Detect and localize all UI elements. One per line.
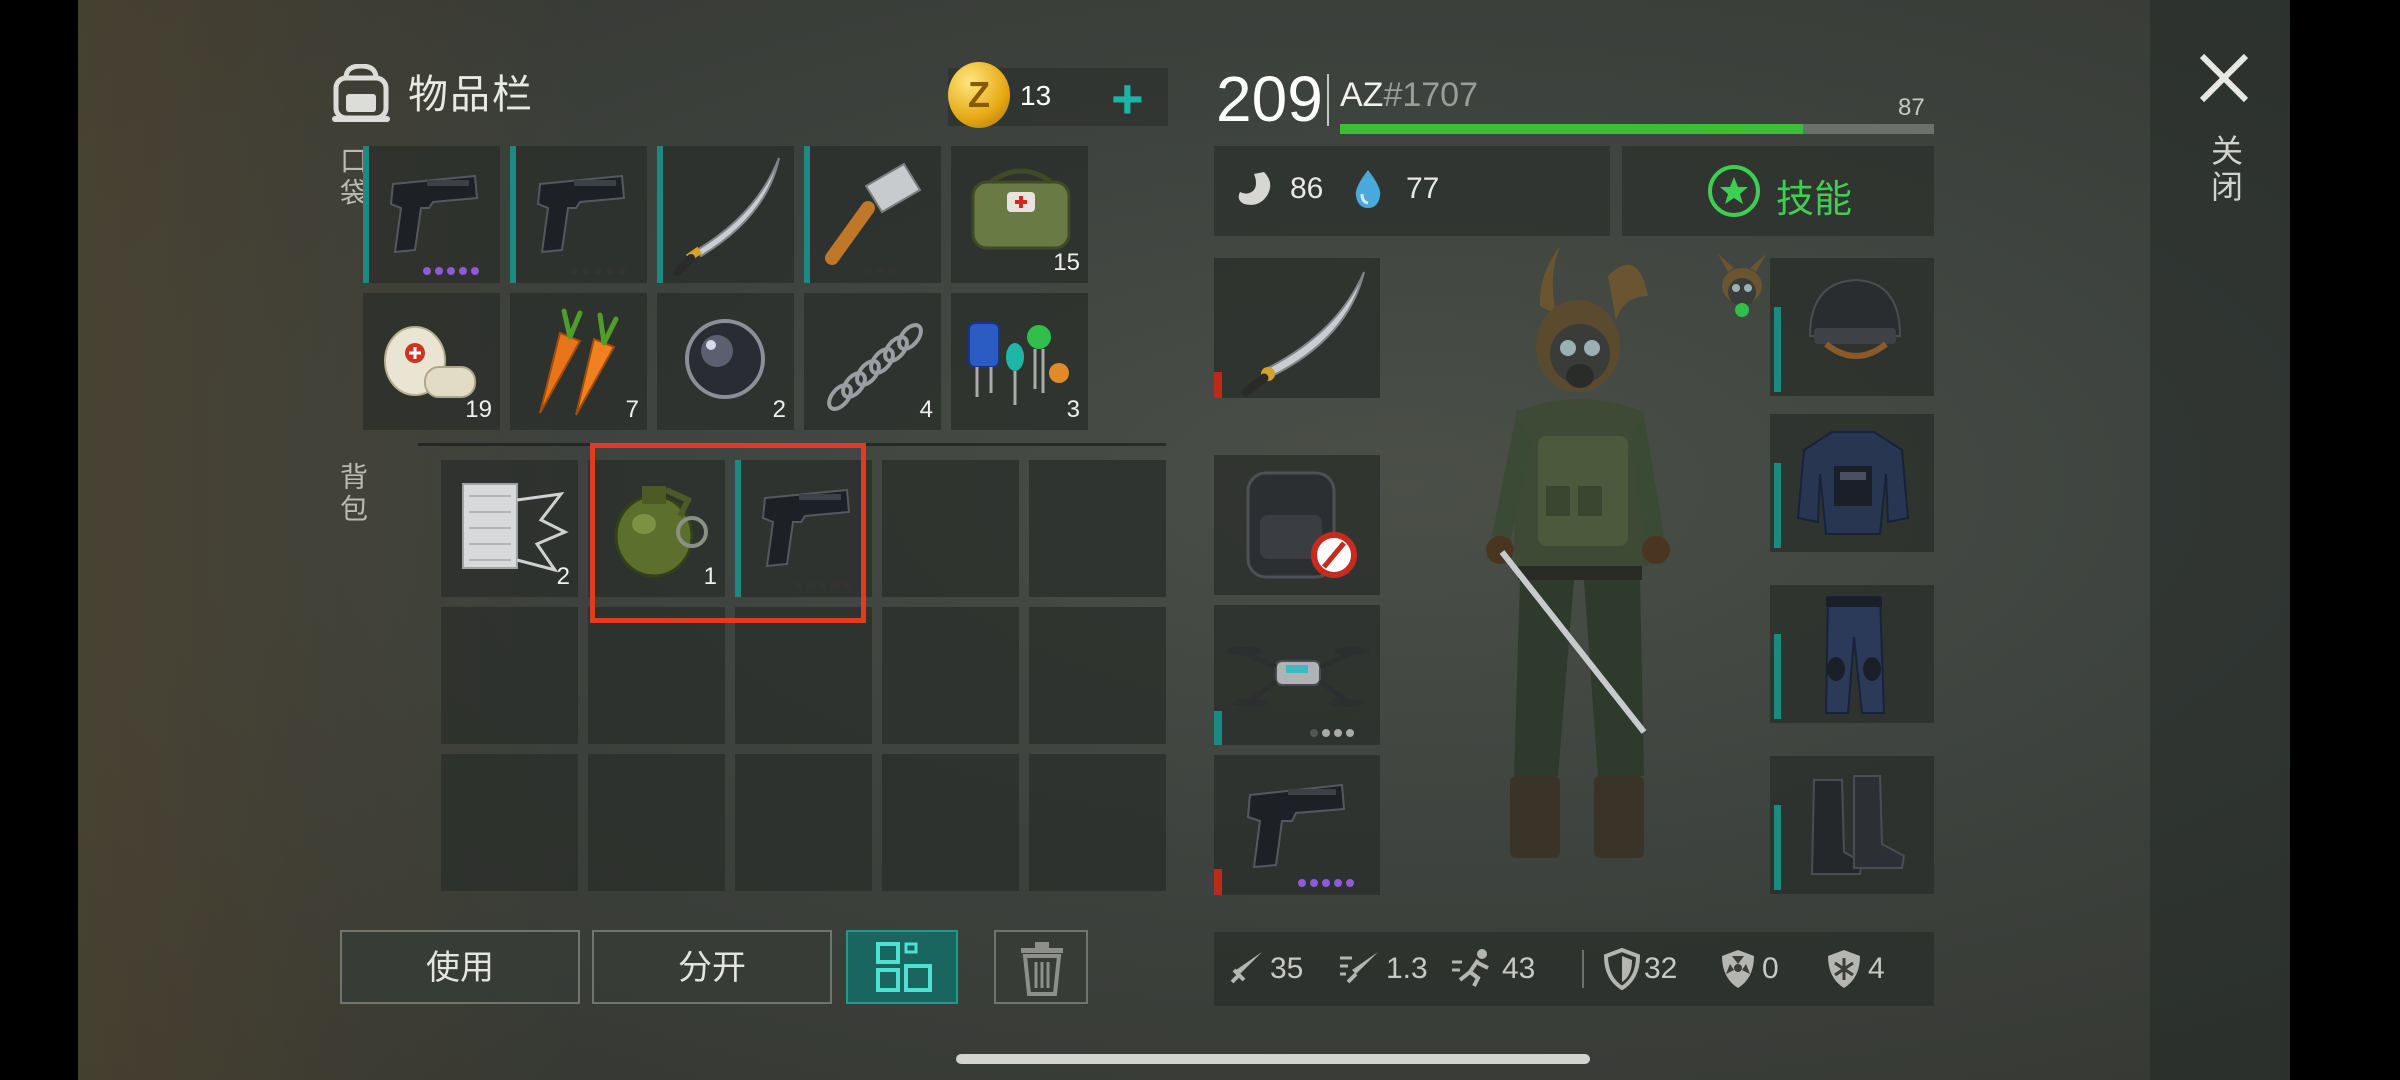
- head-slot[interactable]: [1770, 258, 1934, 396]
- xp-fill: [1340, 124, 1804, 134]
- weapon-slot[interactable]: [1214, 258, 1380, 398]
- shield-icon: [1604, 948, 1640, 990]
- radiation-value: 0: [1762, 952, 1779, 985]
- armor-value: 32: [1644, 952, 1678, 985]
- boots-icon: [1810, 775, 1906, 875]
- backpack-slot-6[interactable]: [441, 607, 578, 744]
- legs-slot[interactable]: [1770, 585, 1934, 723]
- coin-icon: Z: [948, 62, 1010, 128]
- radiation-icon: [1722, 950, 1754, 988]
- close-button[interactable]: 关闭: [2202, 134, 2248, 206]
- backpack-icon: [1246, 471, 1357, 579]
- cleaver-icon: [825, 162, 922, 265]
- xp-value: 87: [1898, 94, 1925, 121]
- star-icon: [1708, 165, 1760, 217]
- backpack-slot-4[interactable]: [882, 460, 1019, 597]
- skills-button[interactable]: 技能: [1622, 146, 1934, 236]
- grid-sort-icon: [876, 942, 932, 992]
- add-coins-button[interactable]: +: [1111, 66, 1144, 131]
- backpack-label: 背包: [336, 462, 369, 526]
- pistol-icon: [389, 174, 479, 254]
- melee-damage: 35: [1270, 952, 1304, 985]
- backpack-slot-8[interactable]: [735, 607, 872, 744]
- backpack-slot-12[interactable]: [588, 754, 725, 891]
- quality-dots: [1310, 729, 1354, 737]
- katana-icon: [1241, 271, 1365, 397]
- feet-slot[interactable]: [1770, 756, 1934, 894]
- backpack-slot-14[interactable]: [882, 754, 1019, 891]
- pocket-slot-9[interactable]: 4: [804, 293, 941, 430]
- sidearm-slot[interactable]: [1214, 755, 1380, 895]
- section-divider: [418, 443, 1166, 446]
- backpack-slot-5[interactable]: [1029, 460, 1166, 597]
- backpack-slot-equip[interactable]: [1214, 455, 1380, 595]
- pistol-icon: [1246, 783, 1346, 869]
- pocket-slot-3[interactable]: [657, 146, 794, 283]
- movement-speed: 43: [1502, 952, 1536, 985]
- attack-speed: 1.3: [1386, 952, 1428, 985]
- backpack-slot-11[interactable]: [441, 754, 578, 891]
- pocket-slot-2[interactable]: [510, 146, 647, 283]
- quality-dots: [423, 267, 479, 275]
- pocket-slot-10[interactable]: 3: [951, 293, 1088, 430]
- player-level: 209: [1216, 63, 1323, 135]
- backpack-slot-3[interactable]: [735, 460, 872, 597]
- quality-dots: [1298, 879, 1354, 887]
- backpack-slot-2[interactable]: 1: [588, 460, 725, 597]
- pocket-slot-5[interactable]: 15: [951, 146, 1088, 283]
- player-character: [1486, 246, 1670, 858]
- pocket-slot-7[interactable]: 7: [510, 293, 647, 430]
- stomach-icon: [1238, 172, 1271, 205]
- water-drop-icon: [1355, 170, 1381, 208]
- trash-icon: [1021, 942, 1063, 996]
- backpack-slot-10[interactable]: [1029, 607, 1166, 744]
- backpack-slot-13[interactable]: [735, 754, 872, 891]
- inventory-title: 物品栏: [408, 72, 534, 118]
- quality-dots: [864, 267, 896, 275]
- coin-count: 13: [1020, 80, 1052, 111]
- hunger-value: 86: [1290, 172, 1324, 205]
- drone-icon: [1226, 647, 1370, 707]
- currency-box: Z 13 +: [948, 62, 1168, 130]
- backpack-icon: [332, 64, 390, 122]
- backpack-slot-1[interactable]: 2: [441, 460, 578, 597]
- device-frame: 物品栏 Z 13 + 口袋 背包 15 19 7 2 4 3 2 1 使用 分开…: [0, 0, 2400, 1080]
- backpack-slot-15[interactable]: [1029, 754, 1166, 891]
- pocket-slot-4[interactable]: [804, 146, 941, 283]
- sword-icon: [1230, 952, 1262, 984]
- close-icon[interactable]: [2198, 52, 2250, 104]
- pocket-slot-1[interactable]: [363, 146, 500, 283]
- home-indicator[interactable]: [956, 1054, 1590, 1064]
- vitals-box: 86 77: [1214, 146, 1610, 236]
- sort-button[interactable]: [846, 930, 958, 1004]
- pistol-icon: [536, 174, 626, 254]
- cold-icon: [1828, 950, 1860, 988]
- cold-resistance: 4: [1868, 952, 1885, 985]
- pistol-icon: [761, 488, 851, 568]
- pocket-slot-6[interactable]: 19: [363, 293, 500, 430]
- backpack-slot-7[interactable]: [588, 607, 725, 744]
- quality-dots: [570, 267, 626, 275]
- use-button[interactable]: 使用: [340, 930, 580, 1004]
- quality-dots: [795, 581, 851, 589]
- stats-bar: 35 1.3 43 32 0 4: [1214, 932, 1934, 1006]
- player-name: AZ#1707: [1340, 76, 1478, 114]
- gas-mask-bunny-icon: [1718, 254, 1766, 317]
- katana-icon: [673, 157, 780, 276]
- running-icon: [1452, 949, 1489, 987]
- pocket-slot-8[interactable]: 2: [657, 293, 794, 430]
- gadget-slot[interactable]: [1214, 605, 1380, 745]
- helmet-icon: [1808, 278, 1902, 359]
- body-slot[interactable]: [1770, 414, 1934, 552]
- game-screen: 物品栏 Z 13 + 口袋 背包 15 19 7 2 4 3 2 1 使用 分开…: [78, 0, 2290, 1080]
- delete-button[interactable]: [994, 930, 1088, 1004]
- skills-label: 技能: [1776, 177, 1853, 221]
- xp-bar: [1340, 124, 1934, 134]
- pants-icon: [1824, 596, 1886, 714]
- attack-speed-icon: [1340, 952, 1378, 984]
- vest-icon: [1796, 431, 1910, 535]
- split-button[interactable]: 分开: [592, 930, 832, 1004]
- thirst-value: 77: [1406, 172, 1440, 205]
- backpack-slot-9[interactable]: [882, 607, 1019, 744]
